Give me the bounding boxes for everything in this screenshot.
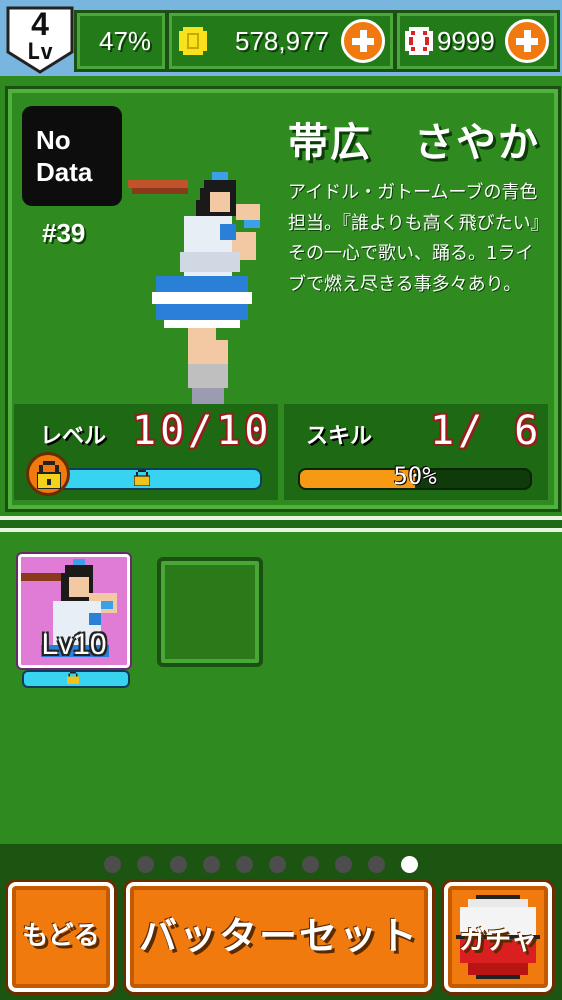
level-progress-bar <box>54 468 262 490</box>
gacha-button-label: ガチャ <box>459 926 537 956</box>
empty-card-slot[interactable] <box>157 557 263 667</box>
page-dot[interactable] <box>401 856 418 873</box>
character-name: 帯広 さやか <box>288 120 540 166</box>
exp-pill: 47% <box>74 10 168 72</box>
section-divider-inner <box>0 520 562 528</box>
batter-set-button[interactable]: バッターセット <box>126 882 432 992</box>
page-dot[interactable] <box>335 856 352 873</box>
page-dot[interactable] <box>104 856 121 873</box>
player-level-label: Lv <box>26 40 54 65</box>
character-description: アイドル・ガトームーブの青色担当。『誰よりも高く飛びたい』その一心で歌い、踊る。… <box>288 182 540 295</box>
coin-pill: 578,977 <box>166 10 396 72</box>
no-data-box: No Data <box>22 106 122 206</box>
skill-value: 1/ 6 <box>430 408 543 454</box>
batter-card-level: Lv10 <box>41 628 107 661</box>
no-data-label: No Data <box>36 125 93 187</box>
back-button-label: もどる <box>22 921 100 951</box>
gacha-button[interactable]: ガチャ <box>444 882 552 992</box>
player-level-badge[interactable]: 4 Lv <box>4 4 76 74</box>
back-button[interactable]: もどる <box>8 882 114 992</box>
padlock-icon <box>37 461 61 489</box>
level-lock-button[interactable] <box>26 452 70 496</box>
page-dot[interactable] <box>137 856 154 873</box>
bar-lock-icon <box>134 470 150 486</box>
coin-icon <box>179 27 207 55</box>
exp-percent: 47% <box>99 26 152 56</box>
skill-stat-box: スキル 1/ 6 50% <box>284 404 548 500</box>
batter-set-button-label: バッターセット <box>138 914 419 958</box>
page-dot[interactable] <box>170 856 187 873</box>
ball-count: 9999 <box>437 26 495 56</box>
skill-label: スキル <box>306 424 373 449</box>
page-dot[interactable] <box>236 856 253 873</box>
add-balls-button[interactable] <box>505 19 549 63</box>
page-dot[interactable] <box>269 856 286 873</box>
character-number: #39 <box>42 218 86 248</box>
page-dot[interactable] <box>203 856 220 873</box>
add-coins-button[interactable] <box>341 19 385 63</box>
player-level-number: 4 <box>31 6 49 42</box>
level-label: レベル <box>40 424 107 449</box>
page-dot[interactable] <box>302 856 319 873</box>
card-lock-icon <box>67 672 79 684</box>
level-stat-box: レベル 10/10 <box>14 404 278 500</box>
ball-pill: 9999 <box>394 10 560 72</box>
page-dot[interactable] <box>368 856 385 873</box>
baseball-icon <box>405 27 433 55</box>
coin-count: 578,977 <box>235 26 329 56</box>
level-value: 10/10 <box>132 408 273 454</box>
skill-percent: 50% <box>393 462 437 490</box>
